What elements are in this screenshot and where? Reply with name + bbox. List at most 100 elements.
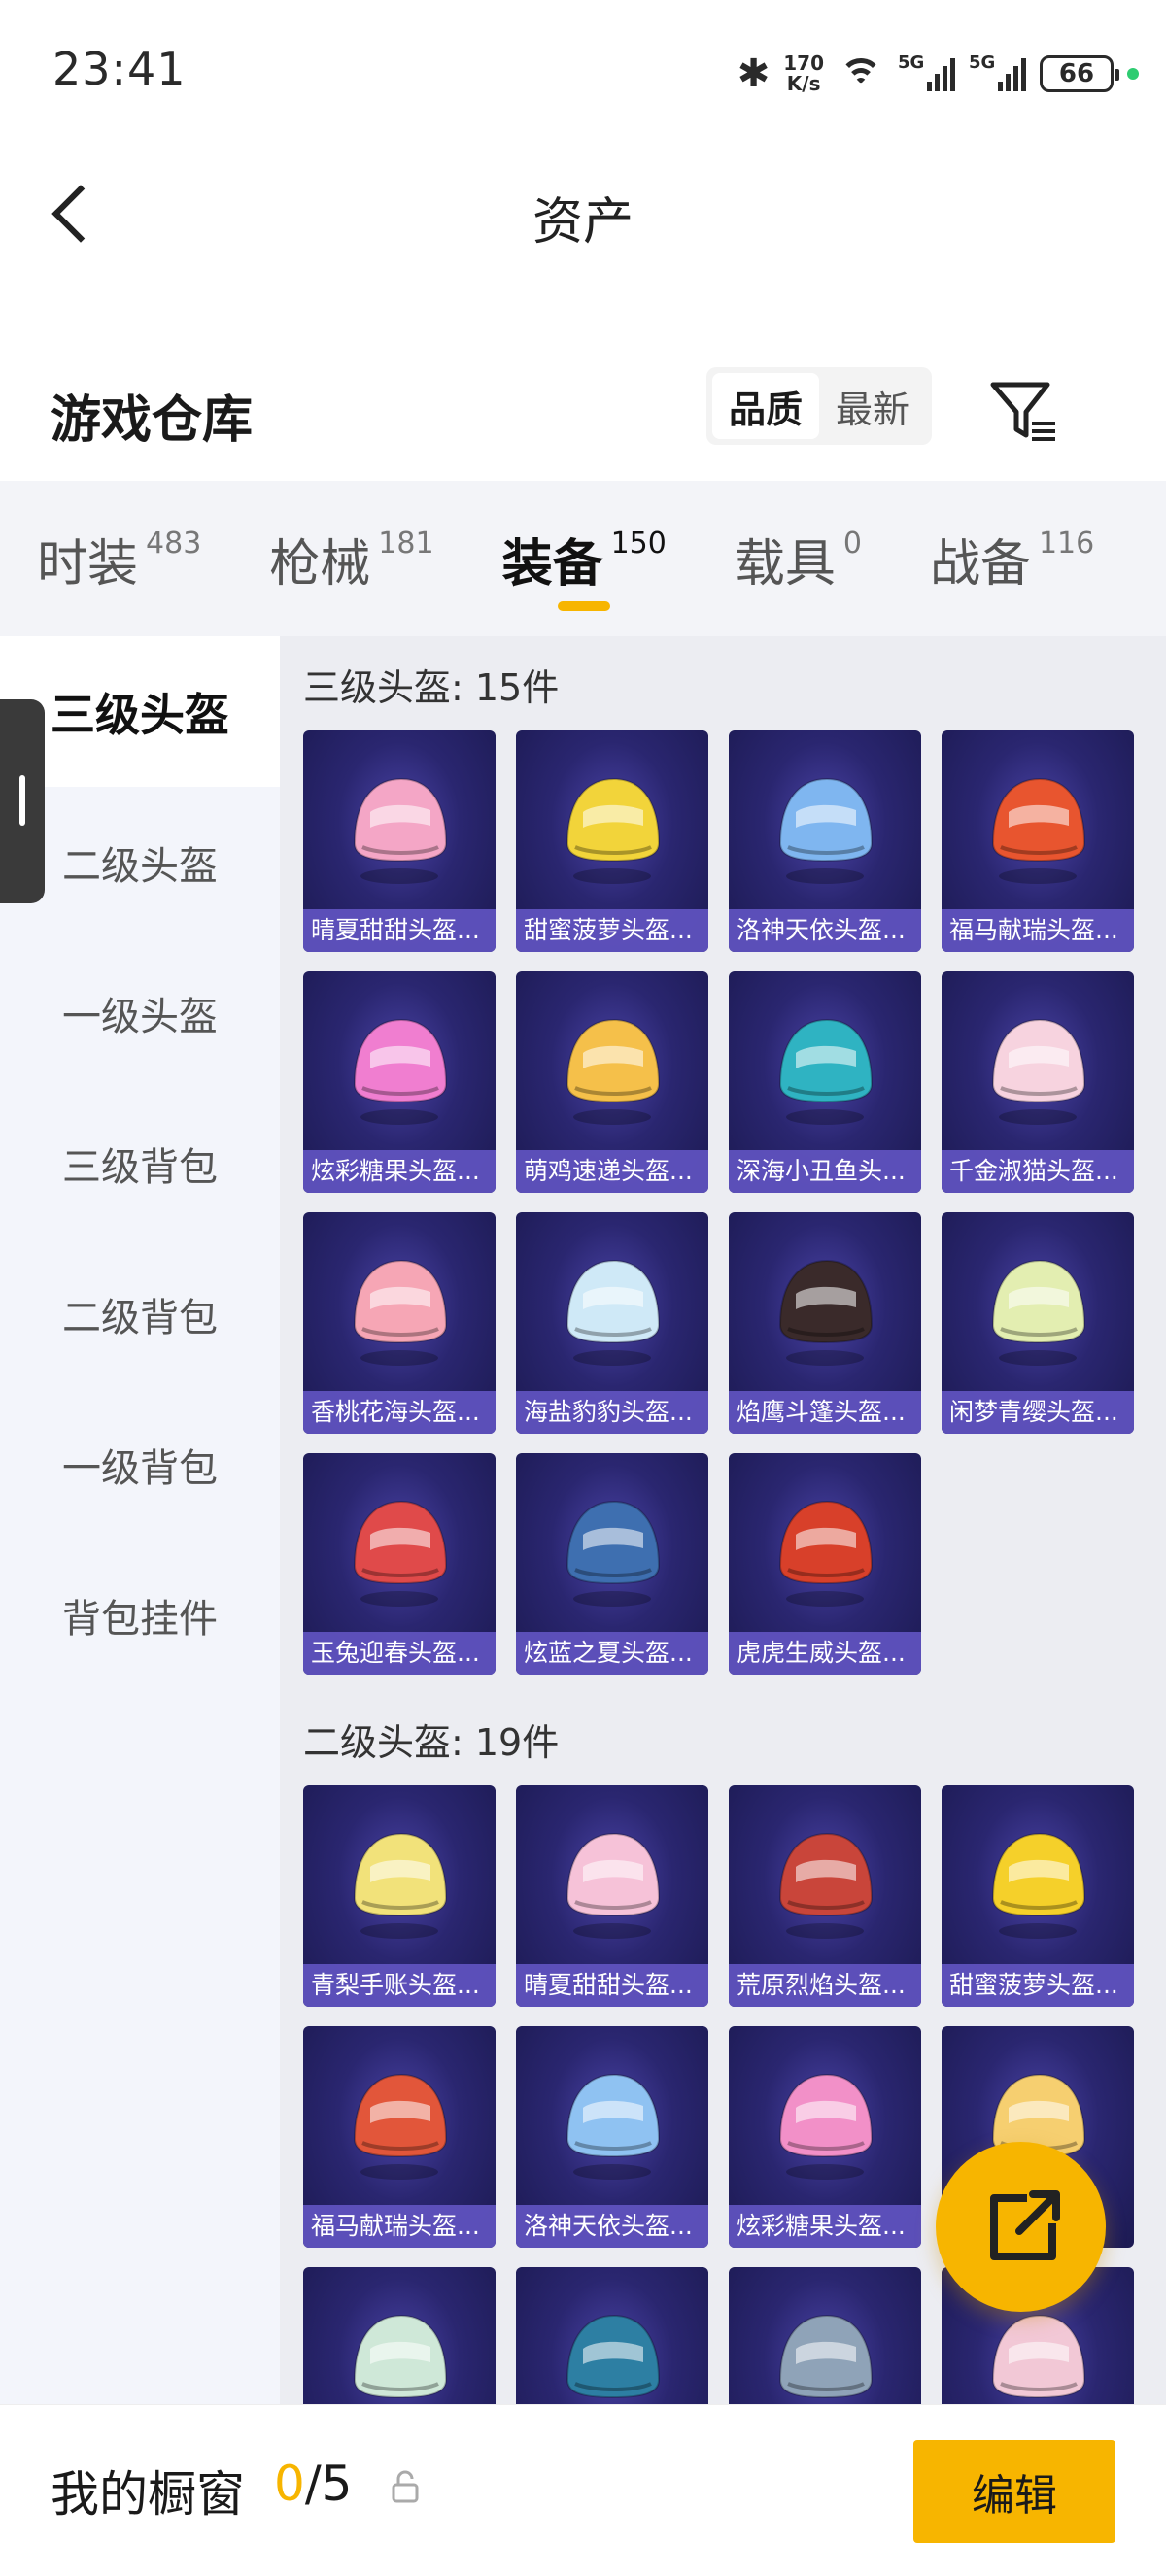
- tab-vehicles[interactable]: 载具 0: [735, 481, 862, 636]
- helmet-icon: [991, 1259, 1086, 1366]
- item-card[interactable]: 福马献瑞头盔...: [303, 2026, 496, 2248]
- item-card[interactable]: 炫彩糖果头盔...: [303, 971, 496, 1193]
- side-drag-handle[interactable]: [0, 699, 45, 903]
- clock: 23:41: [52, 43, 187, 95]
- tab-equipment[interactable]: 装备 150: [502, 481, 667, 636]
- item-name: 炫蓝之夏头盔...: [516, 1632, 708, 1675]
- item-card[interactable]: 闲梦青缨头盔...: [942, 1212, 1134, 1434]
- helmet-icon: [353, 777, 448, 884]
- status-bar: 23:41 ✱ 170 K/s 5G 5G 66: [0, 0, 1166, 146]
- tab-label: 时装: [37, 534, 139, 593]
- item-name: 焰鹰斗篷头盔...: [729, 1391, 921, 1434]
- helmet-icon: [566, 777, 661, 884]
- category-tabs: 时装 483 枪械 181 装备 150 载具 0 战备 116: [0, 481, 1166, 636]
- item-card[interactable]: 萌鸡速递头盔...: [516, 971, 708, 1193]
- item-card[interactable]: 甜蜜菠萝头盔...: [516, 730, 708, 952]
- item-name: 洛神天依头盔...: [516, 2205, 708, 2248]
- helmet-icon: [778, 2314, 874, 2399]
- helmet-icon: [778, 1832, 874, 1939]
- helmet-icon: [991, 2314, 1086, 2399]
- sort-toggle: 品质 最新: [706, 367, 932, 445]
- item-card[interactable]: 深海小丑鱼头...: [729, 971, 921, 1193]
- helmet-icon: [566, 1500, 661, 1607]
- showcase-bar: 我的橱窗 0 /5 编辑: [0, 2404, 1166, 2576]
- tab-battle-supplies[interactable]: 战备 116: [930, 481, 1094, 636]
- helmet-icon: [353, 1018, 448, 1125]
- warehouse-header: 游戏仓库 品质 最新: [0, 350, 1166, 466]
- helmet-icon: [778, 1500, 874, 1607]
- showcase-title: 我的橱窗: [51, 2466, 245, 2523]
- helmet-icon: [778, 2073, 874, 2180]
- item-card[interactable]: 晴夏甜甜头盔...: [303, 730, 496, 952]
- showcase-total: /5: [304, 2456, 353, 2512]
- edit-button[interactable]: 编辑: [913, 2440, 1115, 2543]
- item-card[interactable]: 香桃花海头盔...: [303, 1212, 496, 1434]
- item-name: 虎虎生威头盔...: [729, 1632, 921, 1675]
- sort-quality-button[interactable]: 品质: [712, 373, 819, 439]
- helmet-icon: [778, 777, 874, 884]
- item-name: 深海小丑鱼头...: [729, 1150, 921, 1193]
- item-name: 福马献瑞头盔...: [303, 2205, 496, 2248]
- section-title: 三级头盔: 15件: [303, 666, 560, 709]
- item-card[interactable]: 海盐豹豹头盔...: [516, 1212, 708, 1434]
- sidebar-item-level3-backpack[interactable]: 三级背包: [0, 1088, 280, 1238]
- helmet-icon: [991, 777, 1086, 884]
- sidebar-item-level1-helmet[interactable]: 一级头盔: [0, 937, 280, 1088]
- item-name: 晴夏甜甜头盔...: [303, 909, 496, 952]
- item-name: 晴夏甜甜头盔...: [516, 1964, 708, 2007]
- helmet-icon: [566, 2073, 661, 2180]
- helmet-icon: [566, 1259, 661, 1366]
- helmet-icon: [778, 1259, 874, 1366]
- app-header: 资产: [0, 146, 1166, 282]
- item-card[interactable]: 千金淑猫头盔...: [942, 971, 1134, 1193]
- sidebar-item-backpack-charm[interactable]: 背包挂件: [0, 1540, 280, 1690]
- sort-newest-button[interactable]: 最新: [819, 373, 926, 439]
- tab-count: 116: [1038, 525, 1095, 560]
- tab-label: 装备: [501, 534, 603, 593]
- warehouse-title: 游戏仓库: [51, 391, 254, 450]
- item-card[interactable]: 青梨手账头盔...: [303, 1785, 496, 2007]
- page-title: 资产: [532, 193, 634, 252]
- network-type-2: 5G: [969, 52, 996, 73]
- item-card[interactable]: 荒原烈焰头盔...: [729, 1785, 921, 2007]
- tab-fashion[interactable]: 时装 483: [37, 481, 201, 636]
- helmet-icon: [353, 2073, 448, 2180]
- network-speed: 170 K/s: [783, 53, 824, 94]
- helmet-icon: [566, 1018, 661, 1125]
- network-type-1: 5G: [898, 52, 925, 73]
- item-grid: 晴夏甜甜头盔... 甜蜜菠萝头盔... 洛神天依头盔... 福马献瑞头盔... 炫彩糖果…: [303, 730, 1134, 1675]
- wifi-icon: [838, 56, 884, 91]
- item-card[interactable]: [729, 2267, 921, 2404]
- tab-firearms[interactable]: 枪械 181: [269, 481, 433, 636]
- item-name: 海盐豹豹头盔...: [516, 1391, 708, 1434]
- helmet-icon: [991, 1018, 1086, 1125]
- item-card[interactable]: 洛神天依头盔...: [729, 730, 921, 952]
- item-list: 三级头盔: 15件 晴夏甜甜头盔... 甜蜜菠萝头盔... 洛神天依头盔... 福马献…: [280, 636, 1166, 2404]
- item-card[interactable]: 玉兔迎春头盔...: [303, 1453, 496, 1675]
- item-name: 甜蜜菠萝头盔...: [516, 909, 708, 952]
- item-card[interactable]: 晴夏甜甜头盔...: [516, 1785, 708, 2007]
- item-card[interactable]: 炫蓝之夏头盔...: [516, 1453, 708, 1675]
- showcase-current: 0: [274, 2456, 305, 2512]
- item-card[interactable]: 炫彩糖果头盔...: [729, 2026, 921, 2248]
- item-card[interactable]: 焰鹰斗篷头盔...: [729, 1212, 921, 1434]
- item-name: 福马献瑞头盔...: [942, 909, 1134, 952]
- helmet-icon: [566, 1832, 661, 1939]
- item-card[interactable]: [303, 2267, 496, 2404]
- sidebar-item-level2-backpack[interactable]: 二级背包: [0, 1238, 280, 1389]
- item-card[interactable]: 洛神天依头盔...: [516, 2026, 708, 2248]
- item-name: 闲梦青缨头盔...: [942, 1391, 1134, 1434]
- item-name: 炫彩糖果头盔...: [303, 1150, 496, 1193]
- helmet-icon: [353, 2314, 448, 2399]
- share-button[interactable]: [936, 2142, 1106, 2312]
- item-card[interactable]: [516, 2267, 708, 2404]
- item-card[interactable]: 甜蜜菠萝头盔...: [942, 1785, 1134, 2007]
- helmet-icon: [353, 1832, 448, 1939]
- sidebar-item-level1-backpack[interactable]: 一级背包: [0, 1389, 280, 1540]
- item-card[interactable]: 福马献瑞头盔...: [942, 730, 1134, 952]
- filter-icon[interactable]: [983, 371, 1061, 449]
- item-card[interactable]: 虎虎生威头盔...: [729, 1453, 921, 1675]
- signal-icon-2: 5G: [969, 52, 1026, 91]
- privacy-dot-icon: [1127, 68, 1139, 80]
- item-name: 香桃花海头盔...: [303, 1391, 496, 1434]
